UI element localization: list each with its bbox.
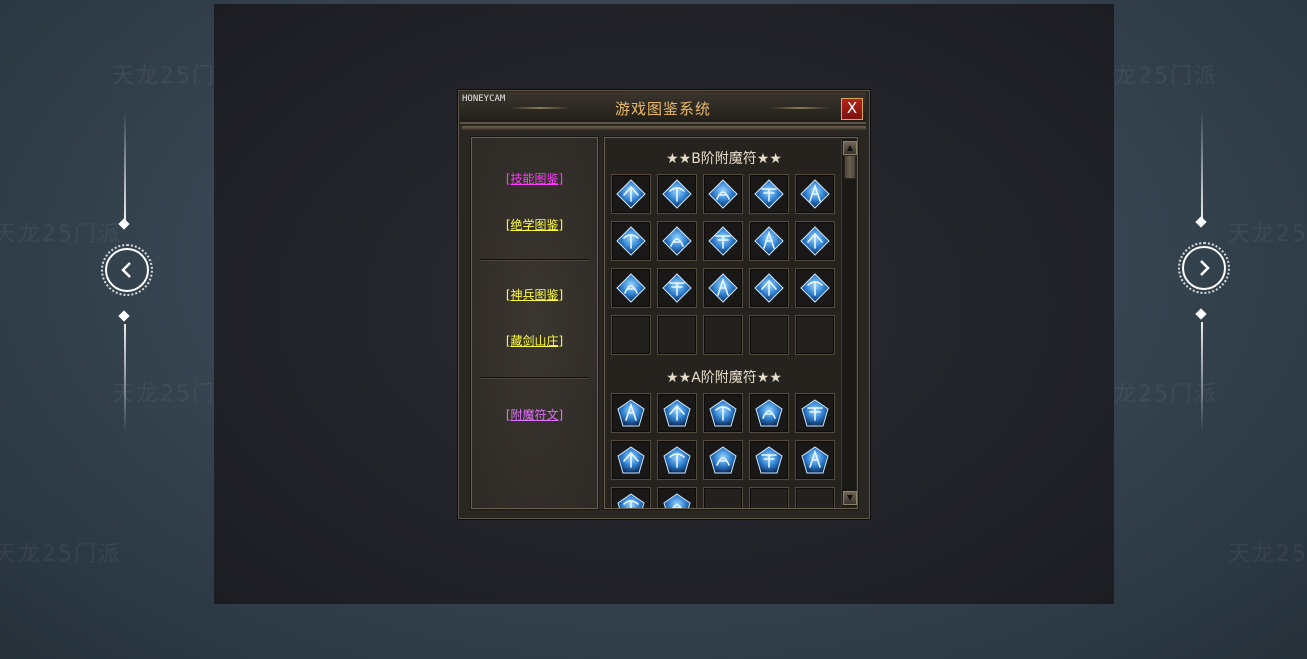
menu-enchant-runes[interactable]: [附魔符文] (472, 406, 597, 423)
rune-slot[interactable] (795, 268, 835, 308)
rune-icon (755, 446, 783, 474)
scrollbar[interactable]: ▲ ▼ (841, 139, 857, 507)
menu-divider (480, 259, 589, 260)
rune-slot[interactable] (749, 174, 789, 214)
rune-icon (662, 226, 692, 256)
rune-slot[interactable] (703, 393, 743, 433)
codex-window: HONEYCAM 游戏图鉴系统 X [技能图鉴] [绝学图鉴] [神兵图鉴] [… (457, 89, 871, 520)
rune-slot[interactable] (611, 440, 651, 480)
watermark-text: 天龙25门派 (0, 542, 122, 567)
title-ornament (770, 107, 830, 109)
rune-slot[interactable] (703, 221, 743, 261)
empty-slot (703, 487, 743, 508)
rune-slot[interactable] (657, 174, 697, 214)
rune-icon (662, 273, 692, 303)
close-button[interactable]: X (841, 98, 863, 120)
rune-icon (662, 179, 692, 209)
rune-icon (800, 226, 830, 256)
rune-slot[interactable] (703, 268, 743, 308)
empty-slot (703, 315, 743, 355)
rune-icon (617, 446, 645, 474)
section-title-a: ★★A阶附魔符★★ (666, 370, 782, 386)
rune-slot[interactable] (795, 393, 835, 433)
rune-icon (616, 179, 646, 209)
empty-slot (749, 487, 789, 508)
rune-slot[interactable] (611, 174, 651, 214)
rune-slot[interactable] (703, 174, 743, 214)
next-button[interactable] (1178, 242, 1230, 294)
rune-slot[interactable] (657, 221, 697, 261)
rune-icon (709, 446, 737, 474)
rune-icon (708, 273, 738, 303)
rune-icon (709, 399, 737, 427)
rune-slot[interactable] (749, 393, 789, 433)
rune-icon (754, 273, 784, 303)
rune-icon (616, 273, 646, 303)
menu-ultimate-codex[interactable]: [绝学图鉴] (472, 216, 597, 233)
rune-slot[interactable] (611, 221, 651, 261)
scroll-down-button[interactable]: ▼ (843, 491, 857, 505)
prev-button[interactable] (101, 244, 153, 296)
rune-slot[interactable] (749, 221, 789, 261)
rune-slot[interactable] (611, 393, 651, 433)
rune-slot[interactable] (657, 393, 697, 433)
menu-weapon-codex[interactable]: [神兵图鉴] (472, 286, 597, 303)
category-menu: [技能图鉴] [绝学图鉴] [神兵图鉴] [藏剑山庄] [附魔符文] (471, 137, 598, 509)
rune-icon (663, 493, 691, 508)
rune-slot[interactable] (749, 268, 789, 308)
window-titlebar[interactable]: HONEYCAM 游戏图鉴系统 X (460, 92, 866, 124)
rune-icon (800, 179, 830, 209)
rune-icon (754, 226, 784, 256)
rune-slot[interactable] (795, 174, 835, 214)
watermark-text: 天龙25门派 (1228, 222, 1307, 247)
rune-slot[interactable] (795, 440, 835, 480)
header-divider (462, 126, 866, 130)
scroll-thumb[interactable] (844, 155, 856, 179)
rune-icon (755, 399, 783, 427)
menu-divider (480, 377, 589, 378)
menu-sword-villa[interactable]: [藏剑山庄] (472, 332, 597, 349)
empty-slot (749, 315, 789, 355)
rune-slot[interactable] (657, 268, 697, 308)
rune-icon (800, 273, 830, 303)
rune-slot[interactable] (657, 487, 697, 508)
menu-skill-codex[interactable]: [技能图鉴] (472, 170, 597, 187)
rune-icon (801, 399, 829, 427)
rune-icon (616, 226, 646, 256)
rune-icon (801, 446, 829, 474)
rune-icon (617, 493, 645, 508)
scroll-up-button[interactable]: ▲ (843, 141, 857, 155)
rune-icon (708, 226, 738, 256)
rune-slot[interactable] (749, 440, 789, 480)
empty-slot (611, 315, 651, 355)
rune-icon (754, 179, 784, 209)
rune-slot[interactable] (611, 487, 651, 508)
rune-icon (663, 399, 691, 427)
empty-slot (795, 487, 835, 508)
chevron-right-icon (1200, 260, 1210, 276)
rune-icon (663, 446, 691, 474)
rune-slot[interactable] (657, 440, 697, 480)
next-nav (1172, 110, 1232, 440)
rune-list-panel[interactable]: ★★B阶附魔符★★ ★★A阶附魔符★★ ▲ ▼ (604, 137, 858, 509)
rune-slot[interactable] (611, 268, 651, 308)
section-title-b: ★★B阶附魔符★★ (666, 151, 782, 167)
empty-slot (795, 315, 835, 355)
rune-icon (617, 399, 645, 427)
rune-icon (708, 179, 738, 209)
prev-nav (95, 110, 155, 440)
rune-slot[interactable] (703, 440, 743, 480)
rune-slot[interactable] (795, 221, 835, 261)
watermark-text: 天龙25门派 (1228, 542, 1307, 567)
close-icon: X (846, 99, 858, 117)
chevron-left-icon (121, 262, 131, 278)
empty-slot (657, 315, 697, 355)
